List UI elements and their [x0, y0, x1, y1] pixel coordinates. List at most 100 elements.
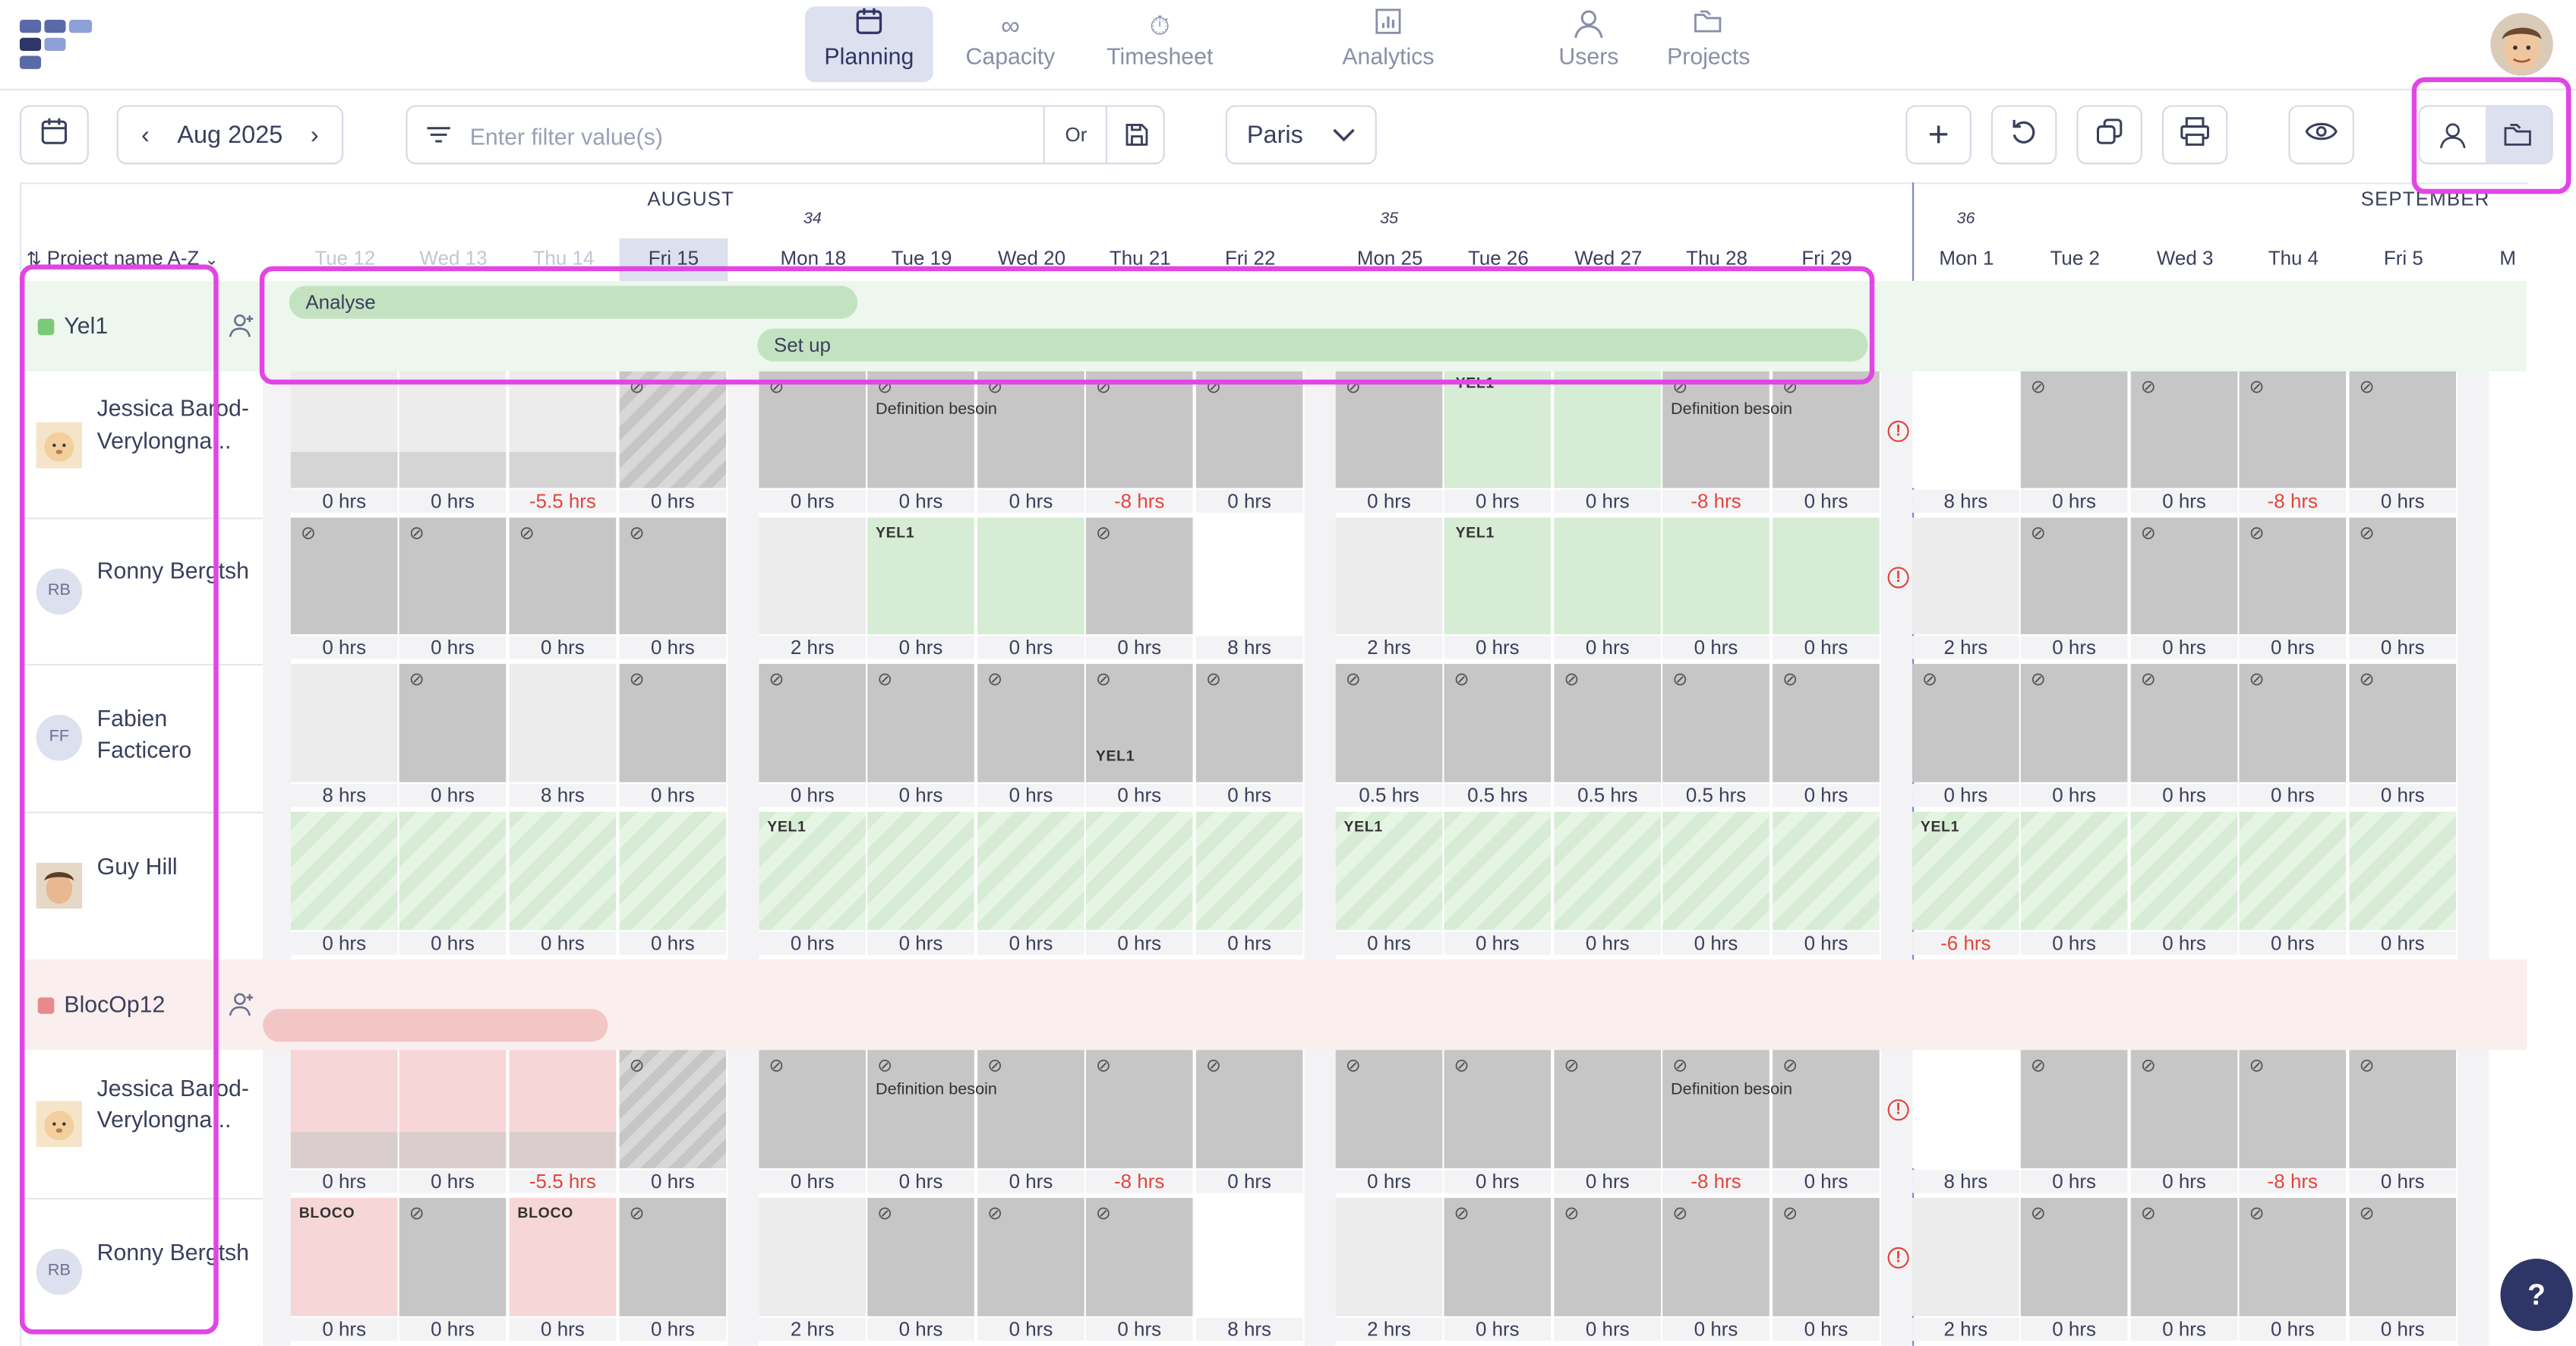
nav-users[interactable]: Users — [1544, 7, 1633, 83]
day-cell[interactable]: ⊘ — [2020, 663, 2128, 782]
print-button[interactable] — [2161, 105, 2228, 165]
day-cell[interactable] — [2349, 811, 2457, 931]
day-cell[interactable]: ⊘ — [2130, 517, 2238, 635]
day-cell[interactable]: ⊘ — [399, 517, 507, 635]
app-logo[interactable] — [19, 19, 99, 72]
day-cell[interactable]: ⊘ — [1444, 1050, 1552, 1169]
day-cell[interactable] — [1335, 1198, 1443, 1316]
nav-analytics[interactable]: Analytics — [1331, 7, 1445, 83]
day-cell[interactable]: ⊘ — [759, 663, 867, 782]
day-cell[interactable] — [290, 1050, 398, 1169]
day-cell[interactable] — [1195, 1198, 1303, 1316]
day-cell[interactable] — [399, 1050, 507, 1169]
day-cell[interactable]: ⊘ — [2349, 371, 2457, 488]
day-cell[interactable]: ⊘ — [977, 1198, 1084, 1316]
day-cell[interactable]: ⊘ — [619, 517, 727, 635]
day-cell[interactable]: ⊘ — [1773, 371, 1880, 488]
day-cell[interactable] — [509, 371, 617, 488]
day-cell[interactable] — [399, 811, 507, 931]
day-cell[interactable]: ⊘ — [619, 1050, 727, 1169]
day-cell[interactable]: ⊘ — [1773, 1198, 1880, 1316]
day-cell[interactable]: ⊘ — [2349, 663, 2457, 782]
day-cell[interactable]: ⊘ — [759, 371, 867, 488]
date-picker-button[interactable] — [19, 105, 89, 165]
add-user-icon[interactable] — [229, 990, 255, 1021]
refresh-button[interactable] — [1990, 105, 2057, 165]
day-cell[interactable] — [509, 1050, 617, 1169]
day-cell[interactable]: ⊘ — [2349, 1050, 2457, 1169]
day-cell[interactable] — [290, 811, 398, 931]
visibility-button[interactable] — [2288, 105, 2354, 165]
day-cell[interactable]: ⊘ — [1085, 371, 1193, 488]
day-cell[interactable]: ⊘ — [1085, 1050, 1193, 1169]
nav-projects[interactable]: Projects — [1656, 7, 1761, 83]
day-cell[interactable]: ⊘ — [509, 517, 617, 635]
day-cell[interactable]: ⊘ — [1195, 1050, 1303, 1169]
day-cell[interactable] — [977, 517, 1084, 635]
day-cell[interactable] — [1912, 1050, 2019, 1169]
day-cell[interactable] — [2020, 811, 2128, 931]
day-cell[interactable]: ⊘ — [977, 1050, 1084, 1169]
day-cell[interactable]: ⊘ — [1195, 663, 1303, 782]
day-cell[interactable] — [1554, 517, 1662, 635]
nav-timesheet[interactable]: ⏱ Timesheet — [1094, 7, 1226, 83]
day-cell[interactable] — [509, 811, 617, 931]
day-cell[interactable]: ⊘ — [1662, 371, 1769, 488]
location-select[interactable]: Paris — [1225, 105, 1377, 165]
add-button[interactable]: + — [1905, 105, 1971, 165]
day-cell[interactable] — [1773, 517, 1880, 635]
day-cell[interactable] — [619, 811, 727, 931]
day-cell[interactable]: ⊘ — [1554, 663, 1662, 782]
day-cell[interactable] — [867, 811, 974, 931]
day-cell[interactable]: ⊘ — [759, 1050, 867, 1169]
day-cell[interactable] — [1195, 811, 1303, 931]
day-cell[interactable]: ⊘ — [1195, 371, 1303, 488]
day-cell[interactable]: ⊘ — [2349, 1198, 2457, 1316]
day-cell[interactable]: ⊘ — [977, 663, 1084, 782]
day-cell[interactable]: ⊘ — [2239, 517, 2347, 635]
day-cell[interactable]: ⊘ — [1662, 663, 1769, 782]
day-header[interactable]: Thu 4 — [2239, 239, 2348, 283]
day-cell[interactable]: ⊘ — [2130, 371, 2238, 488]
day-cell[interactable]: ⊘ — [2239, 1050, 2347, 1169]
day-cell[interactable]: ⊘ — [867, 1198, 974, 1316]
duplicate-button[interactable] — [2076, 105, 2142, 165]
day-cell[interactable] — [1662, 811, 1769, 931]
day-cell[interactable] — [2130, 811, 2238, 931]
save-filter-button[interactable] — [1105, 106, 1166, 163]
day-header[interactable]: Fri 5 — [2349, 239, 2458, 283]
day-cell[interactable]: ⊘ — [1554, 1050, 1662, 1169]
day-cell[interactable]: ⊘ — [2020, 371, 2128, 488]
day-cell[interactable] — [759, 517, 867, 635]
warning-icon[interactable]: ! — [1887, 566, 1909, 588]
day-cell[interactable]: ⊘ — [977, 371, 1084, 488]
nav-capacity[interactable]: ∞ Capacity — [953, 7, 1068, 83]
filter-input[interactable]: Enter filter value(s) — [470, 123, 663, 150]
day-cell[interactable]: ⊘ — [2020, 1198, 2128, 1316]
day-cell[interactable] — [1773, 811, 1880, 931]
day-cell[interactable] — [1335, 517, 1443, 635]
day-cell[interactable]: ⊘ — [1335, 371, 1443, 488]
day-cell[interactable]: ⊘ — [867, 371, 974, 488]
day-cell[interactable]: ⊘ — [2349, 517, 2457, 635]
day-cell[interactable]: ⊘ — [1773, 663, 1880, 782]
day-cell[interactable] — [1085, 811, 1193, 931]
day-cell[interactable] — [1912, 371, 2019, 488]
day-cell[interactable] — [2239, 811, 2347, 931]
day-cell[interactable]: ⊘ — [1444, 1198, 1552, 1316]
day-cell[interactable] — [509, 663, 617, 782]
day-cell[interactable]: ⊘ — [2239, 1198, 2347, 1316]
day-cell[interactable] — [290, 371, 398, 488]
day-cell[interactable] — [399, 371, 507, 488]
warning-icon[interactable]: ! — [1887, 1246, 1909, 1269]
day-cell[interactable]: ⊘ — [1444, 663, 1552, 782]
day-cell[interactable]: ⊘ — [2020, 1050, 2128, 1169]
nav-planning[interactable]: Planning — [805, 6, 933, 83]
day-cell[interactable]: ⊘ — [1085, 663, 1193, 782]
day-header[interactable]: Mon 1 — [1912, 239, 2021, 283]
day-cell[interactable]: ⊘ — [2130, 1050, 2238, 1169]
day-cell[interactable] — [1444, 811, 1552, 931]
day-cell[interactable] — [1195, 517, 1303, 635]
day-cell[interactable]: ⊘ — [1912, 663, 2019, 782]
day-cell[interactable]: ⊘ — [867, 663, 974, 782]
